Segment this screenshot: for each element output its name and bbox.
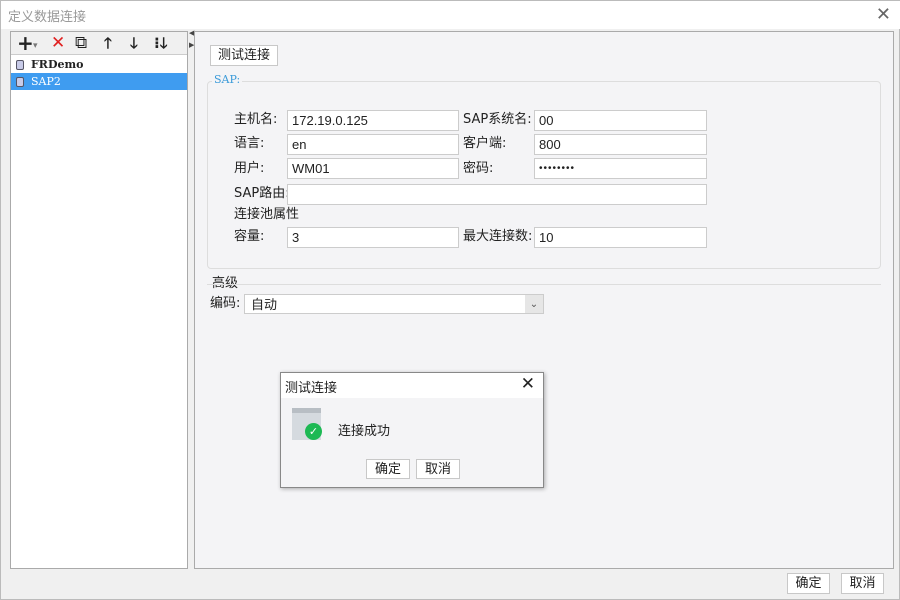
pool-properties-title: 连接池属性 <box>234 207 300 222</box>
connection-name: FRDemo <box>31 58 84 71</box>
connection-list-panel: + ▾ ✕ ⧉ 🡑 🡓 ⁝🡓 FRDemo SAP2 <box>10 31 188 569</box>
sap-system-name-label: SAP系统名: <box>463 112 532 127</box>
connection-name: SAP2 <box>31 75 61 88</box>
list-item[interactable]: SAP2 <box>11 73 187 90</box>
ok-button[interactable]: 确定 <box>787 573 830 594</box>
delete-icon[interactable]: ✕ <box>51 33 65 53</box>
advanced-divider <box>207 284 881 285</box>
client-label: 客户端: <box>463 136 507 151</box>
check-icon: ✓ <box>305 423 322 440</box>
sap-router-input[interactable] <box>287 184 707 205</box>
host-label: 主机名: <box>234 112 278 127</box>
add-icon[interactable]: + <box>17 33 34 53</box>
password-input[interactable]: •••••••• <box>534 158 707 179</box>
test-connection-dialog: 测试连接 ✕ ✓ 连接成功 确定 取消 <box>280 372 544 488</box>
dialog-ok-button[interactable]: 确定 <box>366 459 410 479</box>
move-up-icon[interactable]: 🡑 <box>104 33 112 53</box>
database-icon <box>16 60 24 70</box>
move-down-icon[interactable]: 🡓 <box>130 33 138 53</box>
capacity-input[interactable]: 3 <box>287 227 459 248</box>
dialog-title-bar: 测试连接 ✕ <box>281 373 543 398</box>
encoding-value: 自动 <box>251 297 278 312</box>
capacity-label: 容量: <box>234 229 265 244</box>
dialog-cancel-button[interactable]: 取消 <box>416 459 460 479</box>
password-label: 密码: <box>463 161 494 176</box>
test-connection-button[interactable]: 测试连接 <box>210 45 278 66</box>
define-data-connection-window: 定义数据连接 ✕ + ▾ ✕ ⧉ 🡑 🡓 ⁝🡓 FRDemo SAP2 ◀ ▶ … <box>0 0 900 600</box>
max-connections-input[interactable]: 10 <box>534 227 707 248</box>
encoding-label: 编码: <box>210 296 241 311</box>
database-icon <box>16 77 24 87</box>
sort-icon[interactable]: ⁝🡓 <box>154 33 168 53</box>
max-connections-label: 最大连接数: <box>463 229 533 244</box>
cancel-button[interactable]: 取消 <box>841 573 884 594</box>
list-item[interactable]: FRDemo <box>11 56 187 73</box>
sap-router-label: SAP路由: <box>234 186 290 201</box>
sap-group-title: SAP: <box>212 73 243 86</box>
dialog-message: 连接成功 <box>338 424 391 439</box>
language-label: 语言: <box>234 136 265 151</box>
list-toolbar: + ▾ ✕ ⧉ 🡑 🡓 ⁝🡓 <box>11 32 187 55</box>
window-title: 定义数据连接 <box>8 10 87 25</box>
host-input[interactable]: 172.19.0.125 <box>287 110 459 131</box>
title-bar: 定义数据连接 ✕ <box>1 1 900 29</box>
encoding-select[interactable]: 自动 ⌄ <box>244 294 544 314</box>
dialog-close-icon[interactable]: ✕ <box>521 374 535 394</box>
dialog-title: 测试连接 <box>285 381 338 396</box>
copy-icon[interactable]: ⧉ <box>75 33 87 53</box>
sap-system-name-input[interactable]: 00 <box>534 110 707 131</box>
language-input[interactable]: en <box>287 134 459 155</box>
chevron-down-icon[interactable]: ⌄ <box>525 295 543 313</box>
user-label: 用户: <box>234 161 265 176</box>
user-input[interactable]: WM01 <box>287 158 459 179</box>
add-dropdown-icon[interactable]: ▾ <box>33 36 38 56</box>
close-icon[interactable]: ✕ <box>876 4 891 25</box>
connection-success-icon: ✓ <box>292 408 322 440</box>
client-input[interactable]: 800 <box>534 134 707 155</box>
